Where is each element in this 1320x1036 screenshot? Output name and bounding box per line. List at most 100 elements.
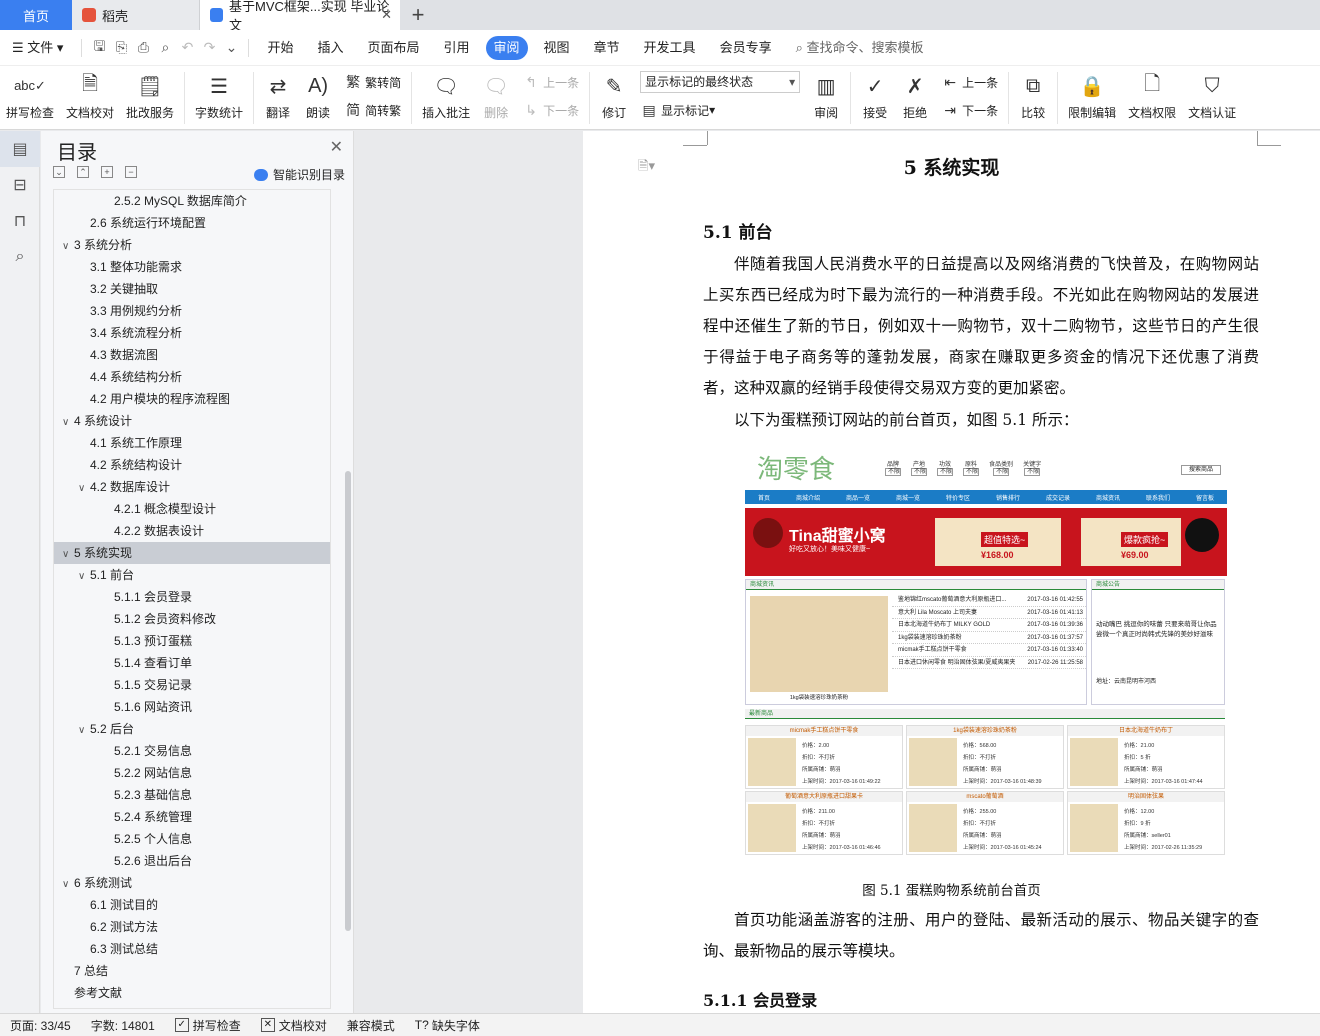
close-icon[interactable]: ✕ xyxy=(330,137,343,157)
toc-item[interactable]: 6.3 测试总结 xyxy=(54,938,330,960)
chevron-down-icon[interactable]: ∨ xyxy=(62,874,74,896)
status-spellcheck[interactable]: ✓ 拼写检查 xyxy=(165,1017,251,1034)
toc-item[interactable]: 7 总结 xyxy=(54,960,330,982)
more-chevron-icon[interactable]: ⌄ xyxy=(220,37,242,59)
spellcheck-button[interactable]: abc✓ 拼写检查 xyxy=(0,66,60,128)
tab-daoke[interactable]: 稻壳 xyxy=(72,0,200,30)
toc-icon[interactable]: ▤ xyxy=(0,131,40,167)
accept-button[interactable]: ✓ 接受 xyxy=(855,66,895,128)
expand-all-icon[interactable]: ⌄ xyxy=(53,166,65,178)
missing-font[interactable]: T? 缺失字体 xyxy=(405,1017,490,1034)
toc-item[interactable]: 3.2 关键抽取 xyxy=(54,278,330,300)
menu-insert[interactable]: 插入 xyxy=(305,36,355,60)
compare-button[interactable]: ⧉ 比较 xyxy=(1013,66,1053,128)
chevron-down-icon[interactable]: ∨ xyxy=(62,236,74,258)
toc-item[interactable]: 4.2.1 概念模型设计 xyxy=(54,498,330,520)
bookmark-icon[interactable]: ⊓ xyxy=(0,203,40,239)
toc-item[interactable]: 2.5.2 MySQL 数据库简介 xyxy=(54,190,330,212)
toc-item[interactable]: 5.1.2 会员资料修改 xyxy=(54,608,330,630)
toc-item[interactable]: 5.1.4 查看订单 xyxy=(54,652,330,674)
menu-start[interactable]: 开始 xyxy=(255,36,305,60)
toc-item[interactable]: ∨ 4 系统设计 xyxy=(54,410,330,432)
chevron-down-icon[interactable]: ∨ xyxy=(78,566,90,588)
next-change-button[interactable]: ⇥ 下一条 xyxy=(941,98,998,122)
doc-rights-button[interactable]: 🗋 文档权限 xyxy=(1122,66,1182,128)
markup-state-select[interactable]: 显示标记的最终状态 xyxy=(640,71,801,93)
status-proofread[interactable]: ✕ 文档校对 xyxy=(251,1017,337,1034)
toc-item[interactable]: 6.2 测试方法 xyxy=(54,916,330,938)
chevron-down-icon[interactable]: ∨ xyxy=(62,412,74,434)
save-icon[interactable]: 🖫 xyxy=(88,37,110,59)
menu-chapter[interactable]: 章节 xyxy=(582,36,632,60)
toc-item[interactable]: ∨ 5.2 后台 xyxy=(54,718,330,740)
menu-developer[interactable]: 开发工具 xyxy=(632,36,708,60)
toc-item[interactable]: 5.1.5 交易记录 xyxy=(54,674,330,696)
toc-item[interactable]: ∨ 3 系统分析 xyxy=(54,234,330,256)
tab-document[interactable]: 基于MVC框架...实现 毕业论文 ✕ xyxy=(200,0,400,33)
toc-item[interactable]: ∨ 6 系统测试 xyxy=(54,872,330,894)
menu-page-layout[interactable]: 页面布局 xyxy=(355,36,431,60)
collapse-all-icon[interactable]: ⌃ xyxy=(77,166,89,178)
menu-references[interactable]: 引用 xyxy=(431,36,481,60)
batch-service-button[interactable]: 🗒 批改服务 xyxy=(120,66,180,128)
toc-item[interactable]: 5.2.4 系统管理 xyxy=(54,806,330,828)
word-count[interactable]: 字数: 14801 xyxy=(81,1017,165,1034)
review-pane-button[interactable]: ▥ 审阅 xyxy=(806,66,846,128)
document-page[interactable]: 🗎▾ 5 系统实现 5.1 前台 伴随着我国人民消费水平的日益提高以及网络消费的… xyxy=(583,131,1320,1013)
add-level-icon[interactable]: + xyxy=(101,166,113,178)
toc-item[interactable]: 6.1 测试目的 xyxy=(54,894,330,916)
toc-item[interactable]: 4.4 系统结构分析 xyxy=(54,366,330,388)
compat-mode[interactable]: 兼容模式 xyxy=(337,1017,405,1034)
print-preview-icon[interactable]: ⌕ xyxy=(154,37,176,59)
translate-button[interactable]: ⇄ 翻译 xyxy=(258,66,298,128)
toc-item[interactable]: 5.2.3 基础信息 xyxy=(54,784,330,806)
undo-icon[interactable]: ↶ xyxy=(176,37,198,59)
export-icon[interactable]: ⎘ xyxy=(110,37,132,59)
toc-item[interactable]: 4.2 用户模块的程序流程图 xyxy=(54,388,330,410)
toc-item[interactable]: 5.2.1 交易信息 xyxy=(54,740,330,762)
toc-item[interactable]: 5.2.5 个人信息 xyxy=(54,828,330,850)
toc-scrollbar[interactable] xyxy=(345,471,351,931)
toc-item[interactable]: 4.3 数据流图 xyxy=(54,344,330,366)
toc-item[interactable]: 4.2 系统结构设计 xyxy=(54,454,330,476)
proofread-button[interactable]: 🗎 文档校对 xyxy=(60,66,120,128)
read-aloud-button[interactable]: A) 朗读 xyxy=(298,66,338,128)
doc-cert-button[interactable]: ⛉ 文档认证 xyxy=(1182,66,1242,128)
toc-item[interactable]: 3.3 用例规约分析 xyxy=(54,300,330,322)
restrict-edit-button[interactable]: 🔒 限制编辑 xyxy=(1062,66,1122,128)
menu-member[interactable]: 会员专享 xyxy=(708,36,784,60)
chevron-down-icon[interactable]: ∨ xyxy=(78,720,90,742)
toc-item[interactable]: ∨ 4.2 数据库设计 xyxy=(54,476,330,498)
chevron-down-icon[interactable]: ∨ xyxy=(78,478,90,500)
chevron-down-icon[interactable]: ∨ xyxy=(62,544,74,566)
menu-review[interactable]: 审阅 xyxy=(485,35,528,60)
print-icon[interactable]: ⎙ xyxy=(132,37,154,59)
toc-item[interactable]: 4.2.2 数据表设计 xyxy=(54,520,330,542)
toc-item[interactable]: 5.1.1 会员登录 xyxy=(54,586,330,608)
smart-toc-button[interactable]: 智能识别目录 xyxy=(253,166,345,183)
toc-item[interactable]: ∨ 5 系统实现 xyxy=(54,542,330,564)
toc-item[interactable]: 5.1.6 网站资讯 xyxy=(54,696,330,718)
tab-home[interactable]: 首页 xyxy=(0,0,72,30)
remove-level-icon[interactable]: − xyxy=(125,166,137,178)
new-tab-button[interactable]: + xyxy=(400,0,436,30)
toc-item[interactable]: 3.1 整体功能需求 xyxy=(54,256,330,278)
search-icon[interactable]: ⌕ xyxy=(0,239,40,275)
prev-comment-button[interactable]: ↰ 上一条 xyxy=(522,70,579,94)
file-menu[interactable]: ☰ 文件 ▾ xyxy=(0,36,75,60)
toc-item[interactable]: ∨ 5.1 前台 xyxy=(54,564,330,586)
word-count-button[interactable]: ☰ 字数统计 xyxy=(189,66,249,128)
menu-view[interactable]: 视图 xyxy=(532,36,582,60)
toc-item[interactable]: 5.1.3 预订蛋糕 xyxy=(54,630,330,652)
page-count[interactable]: 页面: 33/45 xyxy=(0,1017,81,1034)
to-traditional-button[interactable]: 繁繁转简 xyxy=(344,70,401,94)
toc-item[interactable]: 4.1 系统工作原理 xyxy=(54,432,330,454)
show-markup-button[interactable]: ▤ 显示标记 ▾ xyxy=(640,98,800,122)
chapter-nav-icon[interactable]: ⊟ xyxy=(0,167,40,203)
delete-comment-button[interactable]: 🗨 删除 xyxy=(476,66,516,128)
next-comment-button[interactable]: ↳ 下一条 xyxy=(522,98,579,122)
command-search[interactable]: ⌕ 查找命令、搜索模板 xyxy=(784,36,936,60)
toc-item[interactable]: 5.2.6 退出后台 xyxy=(54,850,330,872)
prev-change-button[interactable]: ⇤ 上一条 xyxy=(941,70,998,94)
to-simplified-button[interactable]: 简简转繁 xyxy=(344,98,401,122)
